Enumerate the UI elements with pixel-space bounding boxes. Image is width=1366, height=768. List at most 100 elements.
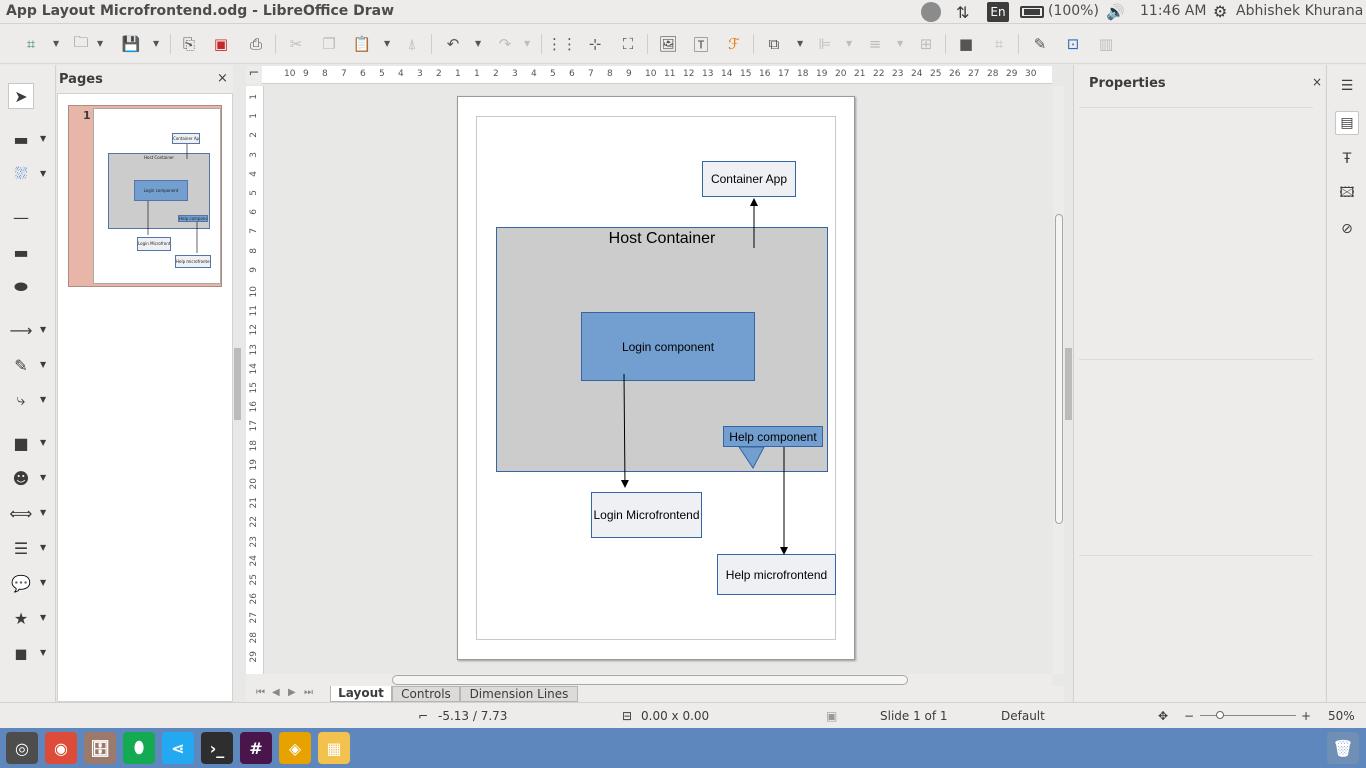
chevron-down-icon[interactable]: ▼ [40, 325, 48, 334]
files-icon[interactable]: 🗄 [84, 732, 116, 764]
transformations-icon[interactable]: ⧉ [763, 33, 785, 55]
clone-formatting-icon[interactable]: ⍋ [401, 33, 423, 55]
libreoffice-draw-icon[interactable]: ◈ [279, 732, 311, 764]
document-modified-icon[interactable]: ▣ [826, 709, 837, 723]
chevron-down-icon[interactable]: ▼ [40, 508, 48, 517]
line-icon[interactable]: — [8, 204, 34, 230]
page-thumbnail[interactable]: 1 Host Container Container App Login com… [68, 105, 222, 287]
vscode-icon[interactable]: ⋖ [162, 732, 194, 764]
properties-close-button[interactable]: × [1312, 75, 1322, 89]
navigator-icon[interactable]: ⊘ [1335, 217, 1359, 241]
transfer-arrows-icon[interactable]: ⇅ [956, 3, 969, 22]
symbol-shapes-icon[interactable]: ☻ [8, 465, 34, 491]
fontwork-icon[interactable]: ℱ [723, 33, 745, 55]
help-microfrontend-shape[interactable]: Help microfrontend [717, 554, 836, 595]
open-icon[interactable]: 🗀 [70, 33, 92, 55]
print-icon[interactable]: ⎙ [245, 33, 267, 55]
container-app-shape[interactable]: Container App [702, 161, 796, 197]
chevron-down-icon[interactable]: ▼ [797, 39, 804, 49]
chevron-down-icon[interactable]: ▼ [40, 395, 48, 404]
prev-tab-icon[interactable]: ◀ [272, 687, 280, 698]
ellipse-icon[interactable]: ⬬ [8, 274, 34, 300]
vertical-scroll-thumb[interactable] [1055, 214, 1063, 524]
zoom-out-icon[interactable]: − [1184, 709, 1194, 723]
horizontal-scrollbar[interactable] [246, 674, 1052, 686]
sidebar-settings-icon[interactable]: ☰ [1335, 74, 1359, 98]
chrome-icon[interactable]: ◉ [45, 732, 77, 764]
chevron-down-icon[interactable]: ▼ [97, 39, 104, 49]
mongodb-compass-icon[interactable]: ⬮ [123, 732, 155, 764]
image-icon[interactable]: 🖼 [657, 33, 679, 55]
network-globe-icon[interactable] [921, 2, 941, 22]
save-icon[interactable]: 💾 [120, 33, 142, 55]
slack-icon[interactable]: # [240, 732, 272, 764]
next-tab-icon[interactable]: ▶ [288, 687, 296, 698]
undo-icon[interactable]: ↶ [442, 33, 464, 55]
zoom-pan-icon[interactable]: ⌗ [20, 33, 42, 55]
last-tab-icon[interactable]: ⏭ [304, 687, 313, 698]
libreoffice-impress-icon[interactable]: ▦ [318, 732, 350, 764]
copy-icon[interactable]: ❐ [318, 33, 340, 55]
fit-page-icon[interactable]: ✥ [1158, 709, 1168, 723]
chevron-down-icon[interactable]: ▼ [40, 648, 48, 657]
chevron-down-icon[interactable]: ▼ [524, 39, 531, 49]
export-pdf-icon[interactable]: ▣ [210, 33, 232, 55]
keyboard-language-indicator[interactable]: En [987, 2, 1009, 22]
properties-icon[interactable]: ▤ [1335, 111, 1359, 135]
connector-icon[interactable]: ⤷ [8, 387, 34, 413]
stars-icon[interactable]: ★ [8, 605, 34, 631]
terminal-icon[interactable]: ›_ [201, 732, 233, 764]
chevron-down-icon[interactable]: ▼ [40, 169, 48, 178]
callout-icon[interactable]: 💬 [8, 570, 34, 596]
user-name[interactable]: Abhishek Khurana [1236, 3, 1363, 19]
distribute-icon[interactable]: ⊞ [915, 33, 937, 55]
3d-icon[interactable]: ▥ [1095, 33, 1117, 55]
chevron-down-icon[interactable]: ▼ [897, 39, 904, 49]
session-gear-icon[interactable]: ⚙ [1213, 2, 1227, 21]
chevron-down-icon[interactable]: ▼ [153, 39, 160, 49]
vertical-scrollbar[interactable] [1053, 86, 1064, 674]
arrange-icon[interactable]: ≡ [864, 33, 886, 55]
block-arrows-icon[interactable]: ⟺ [8, 500, 34, 526]
help-component-callout[interactable]: Help component [723, 426, 823, 447]
styles-icon[interactable]: Ŧ [1335, 147, 1359, 171]
glue-icon[interactable]: ⊡ [1062, 33, 1084, 55]
paste-icon[interactable]: 📋 [351, 33, 373, 55]
chevron-down-icon[interactable]: ▼ [40, 543, 48, 552]
sidebar-splitter[interactable] [1065, 348, 1072, 420]
line-color-icon[interactable]: ▬ [8, 126, 34, 152]
chevron-down-icon[interactable]: ▼ [40, 578, 48, 587]
tab-layout[interactable]: Layout [330, 686, 392, 702]
chevron-down-icon[interactable]: ▼ [846, 39, 853, 49]
basic-shapes-icon[interactable]: ■ [8, 430, 34, 456]
login-microfrontend-shape[interactable]: Login Microfrontend [591, 492, 702, 538]
chevron-down-icon[interactable]: ▼ [40, 613, 48, 622]
vertical-ruler[interactable]: 1 1 2 3 4 5 6 7 8 9 10 11 12 13 14 15 16 17 18 19 20 21 22 23 24… [246, 86, 264, 674]
gallery-icon[interactable]: 🖾 [1335, 182, 1359, 206]
tab-dimension-lines[interactable]: Dimension Lines [460, 686, 578, 702]
rectangle-icon[interactable]: ▬ [8, 239, 34, 265]
zoom-in-icon[interactable]: + [1301, 709, 1311, 723]
chevron-down-icon[interactable]: ▼ [40, 438, 48, 447]
volume-icon[interactable]: 🔊 [1106, 3, 1125, 21]
align-icon[interactable]: ⊫ [814, 33, 836, 55]
select-arrow-icon[interactable]: ➤ [8, 83, 34, 109]
zoom-icon[interactable]: ⛶ [617, 33, 639, 55]
dash-home-icon[interactable]: ◎ [6, 732, 38, 764]
curve-icon[interactable]: ✎ [8, 352, 34, 378]
chevron-down-icon[interactable]: ▼ [384, 39, 391, 49]
chevron-down-icon[interactable]: ▼ [40, 473, 48, 482]
grid-icon[interactable]: ⋮⋮ [547, 33, 577, 55]
ruler-tab-selector[interactable]: ⌐ [246, 66, 262, 84]
pages-pane-splitter[interactable] [234, 348, 241, 420]
chevron-down-icon[interactable]: ▼ [475, 39, 482, 49]
export-icon[interactable]: ⎘ [178, 33, 200, 55]
3d-objects-icon[interactable]: ◼ [8, 640, 34, 666]
zoom-slider-knob[interactable] [1216, 711, 1224, 719]
shadow-icon[interactable]: ■ [955, 33, 977, 55]
flowchart-icon[interactable]: ☰ [8, 535, 34, 561]
pages-close-button[interactable]: × [217, 71, 228, 86]
trash-icon[interactable]: 🗑 [1327, 732, 1359, 764]
arrow-line-icon[interactable]: ⟶ [8, 317, 34, 343]
crop-icon[interactable]: ⌗ [988, 33, 1010, 55]
